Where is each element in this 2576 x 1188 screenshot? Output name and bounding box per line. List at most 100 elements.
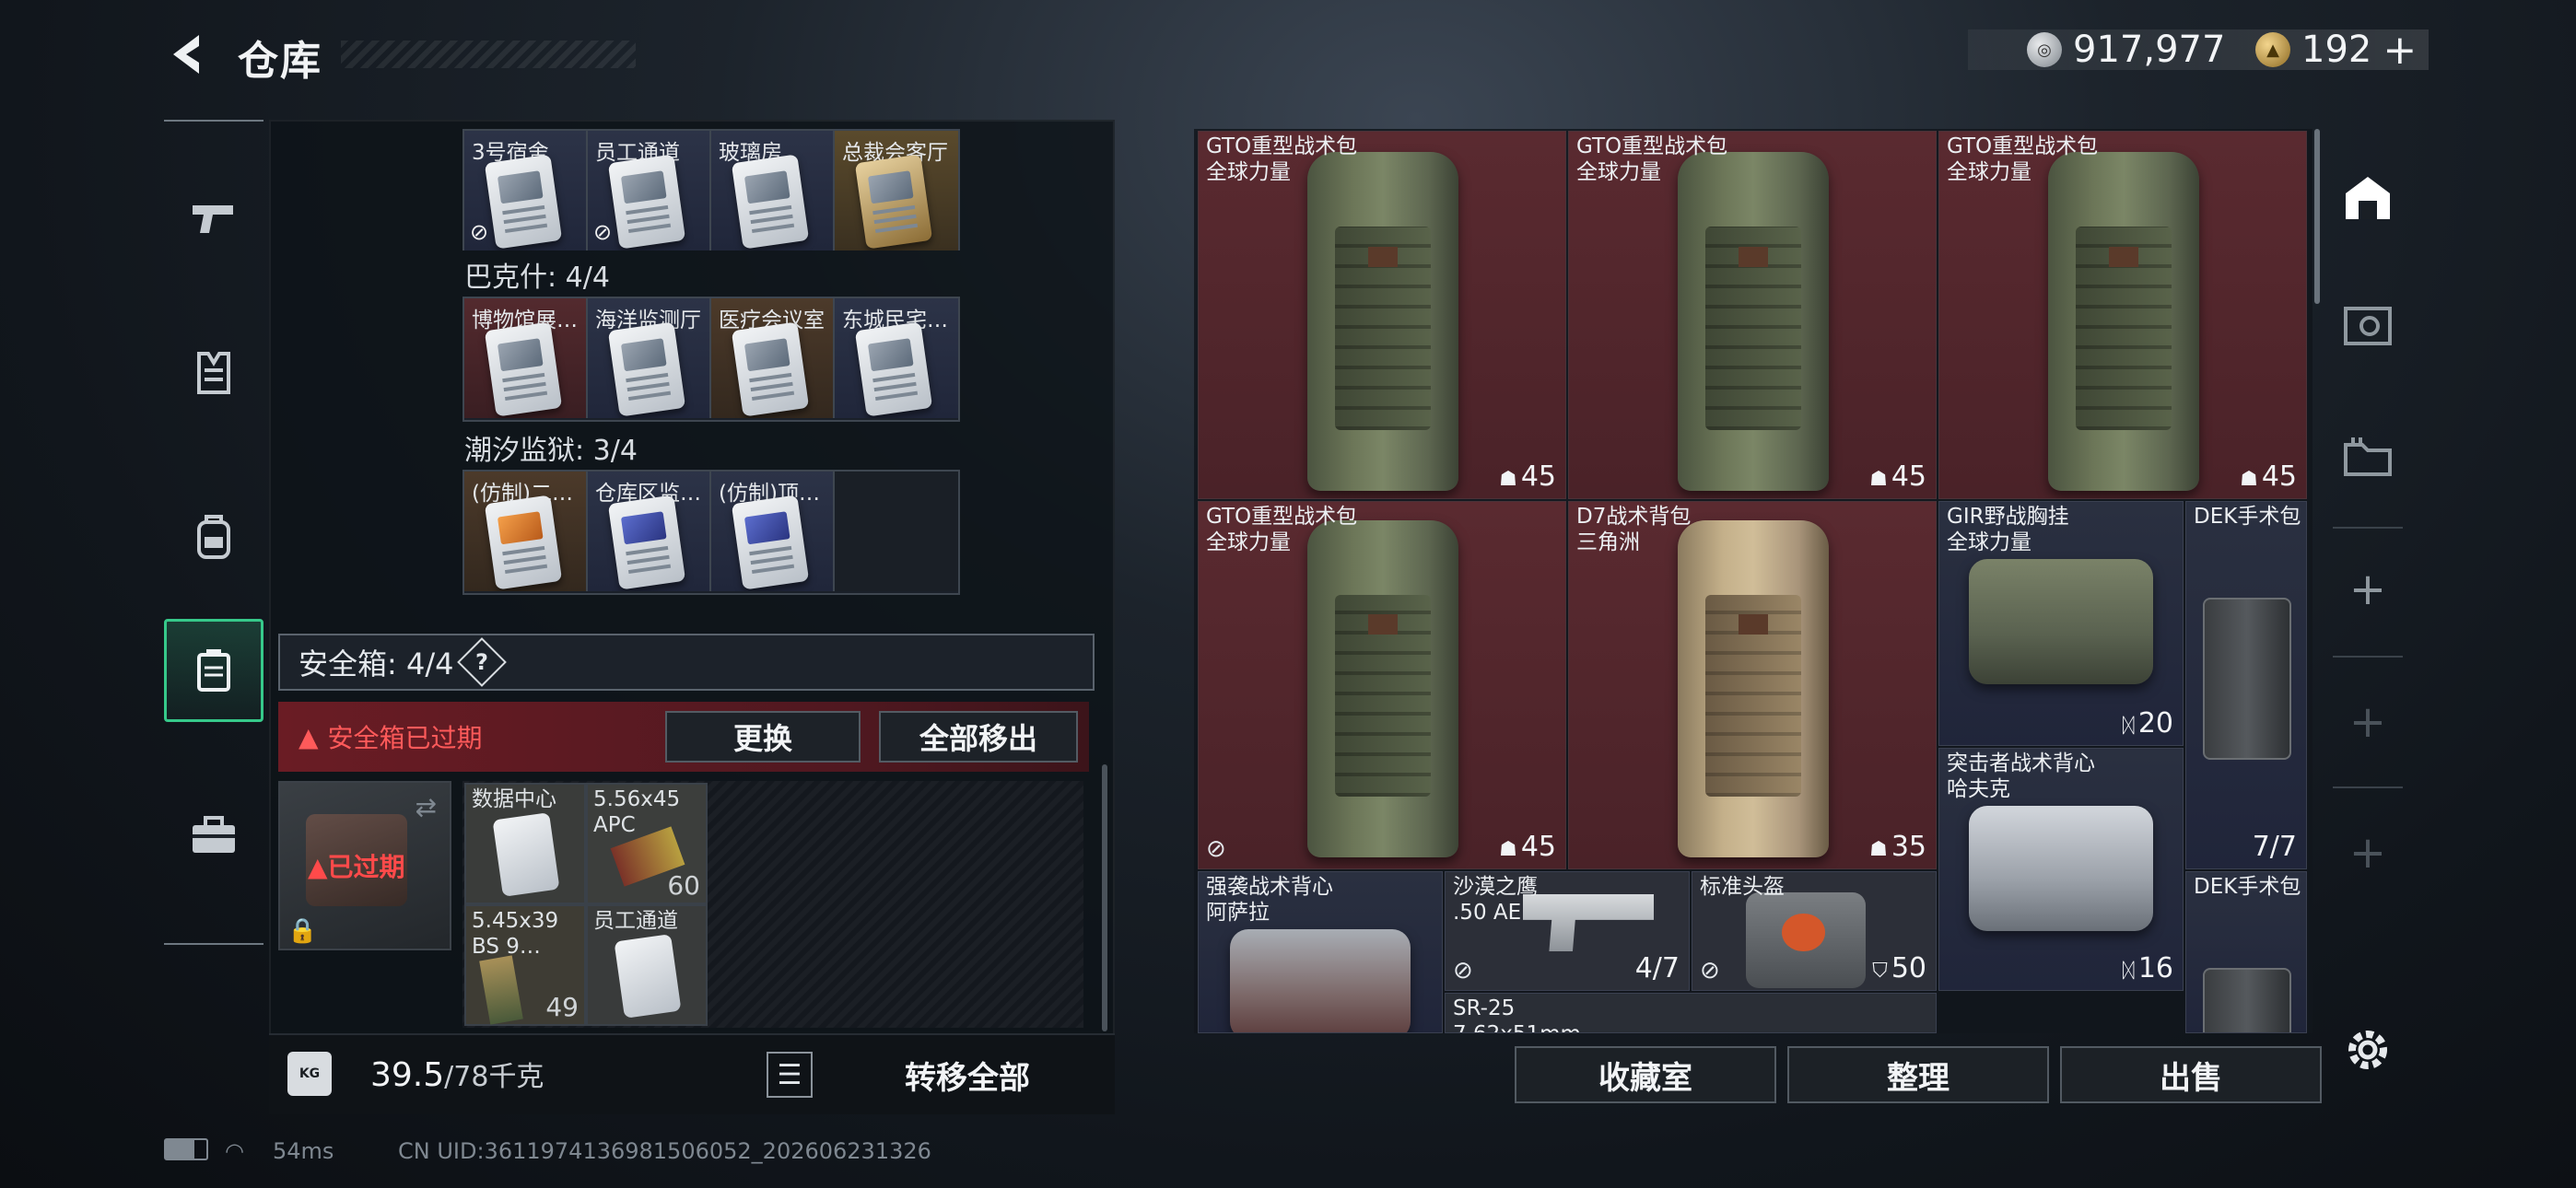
chest-rig-image	[1969, 559, 2153, 684]
stash-icon[interactable]	[2331, 160, 2405, 234]
nav-weapons[interactable]	[164, 168, 263, 269]
keycard-icon	[484, 154, 563, 250]
keycard-icon	[854, 154, 933, 250]
divider	[2333, 656, 2403, 658]
key-row-3: (仿制)二… 仓库区监… (仿制)顶…	[463, 470, 960, 595]
no-trade-icon: ⊘	[593, 219, 613, 245]
backpack-image	[1307, 152, 1458, 491]
category-nav	[164, 120, 263, 945]
transfer-all-button[interactable]: 转移全部	[866, 1050, 1069, 1100]
vest-small-icon: ᛞ	[2122, 960, 2135, 983]
toolbox-icon	[193, 816, 235, 853]
sell-button[interactable]: 出售	[2060, 1046, 2322, 1103]
stash-item[interactable]: DEK手术包	[2185, 871, 2307, 1033]
keycard-icon	[731, 495, 810, 590]
keycard-icon	[484, 495, 563, 590]
container-icon[interactable]	[2331, 418, 2405, 492]
keycard-icon	[731, 154, 810, 250]
backpack-image	[2048, 152, 2199, 491]
stash-item[interactable]: 标准头盔 ⊘ ⛉ 50	[1692, 871, 1937, 991]
add-currency-button[interactable]: +	[2383, 27, 2417, 74]
expired-tag: ▲已过期	[308, 852, 405, 882]
key-group-label: 巴克什: 4/4	[464, 262, 610, 294]
keycard-icon	[492, 812, 560, 897]
scrollbar[interactable]	[2314, 129, 2320, 304]
list-view-icon[interactable]: ☰	[767, 1052, 813, 1098]
vest-small-icon: ᛞ	[2122, 715, 2135, 738]
secure-case-slot[interactable]: ▲已过期 ⇄ 🔒	[278, 781, 451, 950]
nav-backpack[interactable]	[164, 486, 263, 588]
add-tab-icon[interactable]: +	[2331, 553, 2405, 626]
key-card[interactable]: 医疗会议室	[711, 298, 835, 418]
settings-gear-icon[interactable]	[2331, 1013, 2405, 1087]
keycard-icon	[484, 321, 563, 417]
stash-item[interactable]: D7战术背包 三角洲 ☗ 35	[1568, 501, 1937, 869]
stash-item[interactable]: 突击者战术背心 哈夫克 ᛞ 16	[1938, 748, 2184, 991]
remove-all-button[interactable]: 全部移出	[879, 711, 1078, 763]
key-card[interactable]: 3号宿舍 ⊘	[464, 131, 588, 250]
chest-rig-image	[1969, 806, 2153, 931]
stash-item[interactable]: GTO重型战术包 全球力量 ☗ 45	[1568, 131, 1937, 499]
ammo-icon	[479, 955, 523, 1025]
safe-item[interactable]: 5.56x45 APC 60	[586, 783, 708, 904]
weight-icon: KG	[287, 1052, 332, 1096]
stash-item[interactable]: 强袭战术背心 阿萨拉	[1198, 871, 1443, 1033]
stash-item[interactable]: 沙漠之鹰 .50 AE ⊘ 4/7	[1445, 871, 1690, 991]
safe-item[interactable]: 数据中心	[464, 783, 586, 904]
key-card[interactable]: (仿制)二…	[464, 472, 588, 591]
key-row-2: 博物馆展… 海洋监测厅 医疗会议室 东城民宅…	[463, 297, 960, 422]
page-title: 仓库	[238, 38, 322, 85]
no-trade-icon: ⊘	[1453, 957, 1473, 984]
key-card[interactable]: 总裁会客厅	[835, 131, 958, 250]
sort-button[interactable]: 整理	[1787, 1046, 2049, 1103]
helmet-small-icon: ☗	[1869, 838, 1888, 861]
add-tab-icon[interactable]: +	[2331, 816, 2405, 890]
key-row-1: 3号宿舍 ⊘ 员工通道 ⊘ 玻璃房 总裁会客厅	[463, 129, 960, 250]
helmet-small-icon: ☗	[2240, 468, 2258, 491]
help-icon[interactable]: ?	[457, 637, 508, 687]
scrollbar[interactable]	[1102, 764, 1107, 1031]
key-card[interactable]: 博物馆展…	[464, 298, 588, 418]
swap-icon[interactable]: ⇄	[416, 792, 437, 822]
stash-item[interactable]: GIR野战胸挂 全球力量 ᛞ 20	[1938, 501, 2184, 746]
nav-armor[interactable]	[164, 322, 263, 424]
keycard-icon	[731, 321, 810, 417]
secure-case-icon	[197, 649, 230, 692]
stash-item[interactable]: GTO重型战术包 全球力量 ⊘ ☗ 45	[1198, 501, 1566, 869]
key-card[interactable]: 海洋监测厅	[588, 298, 711, 418]
stash-item[interactable]: GTO重型战术包 全球力量 ☗ 45	[1198, 131, 1566, 499]
collection-room-button[interactable]: 收藏室	[1515, 1046, 1776, 1103]
stash-item[interactable]: GTO重型战术包 全球力量 ☗ 45	[1938, 131, 2307, 499]
divider	[2333, 786, 2403, 788]
replace-button[interactable]: 更换	[665, 711, 861, 763]
uid-readout: CN UID:3611974136981506052_202606231326	[398, 1138, 931, 1164]
weight-readout: 39.5/78千克	[370, 1056, 544, 1094]
helmet-image	[1746, 892, 1866, 988]
keycard-icon	[607, 154, 686, 250]
stash-item[interactable]: SR-257.62x51mm	[1445, 993, 1937, 1033]
key-card[interactable]: 玻璃房	[711, 131, 835, 250]
key-card[interactable]: 东城民宅…	[835, 298, 958, 418]
gold-amount: 192	[2301, 29, 2372, 71]
nav-toolbox[interactable]	[164, 785, 263, 886]
safe-item[interactable]: 5.45x39 BS 9… 49	[464, 904, 586, 1026]
vault-icon[interactable]	[2331, 287, 2405, 361]
silver-currency: ◎ 917,977	[2027, 26, 2225, 74]
chest-rig-image	[1230, 929, 1411, 1032]
key-card[interactable]: (仿制)顶…	[711, 472, 835, 591]
stash-item[interactable]: DEK手术包 7/7	[2185, 501, 2307, 869]
nav-secure-case[interactable]	[164, 619, 263, 722]
silver-coin-icon: ◎	[2027, 32, 2062, 67]
battery-icon	[164, 1138, 208, 1160]
key-card[interactable]: 员工通道 ⊘	[588, 131, 711, 250]
key-card[interactable]: 仓库区监…	[588, 472, 711, 591]
empty-slot[interactable]	[835, 472, 958, 591]
back-arrow-icon[interactable]	[164, 29, 214, 79]
keycard-icon	[607, 495, 686, 590]
shield-small-icon: ⛉	[1872, 960, 1888, 983]
pistol-image	[1523, 894, 1654, 951]
gold-currency[interactable]: ▲ 192 +	[2255, 26, 2417, 74]
safe-item[interactable]: 员工通道	[586, 904, 708, 1026]
safe-box-label: 安全箱: 4/4	[299, 646, 454, 681]
add-tab-icon[interactable]: +	[2331, 685, 2405, 759]
